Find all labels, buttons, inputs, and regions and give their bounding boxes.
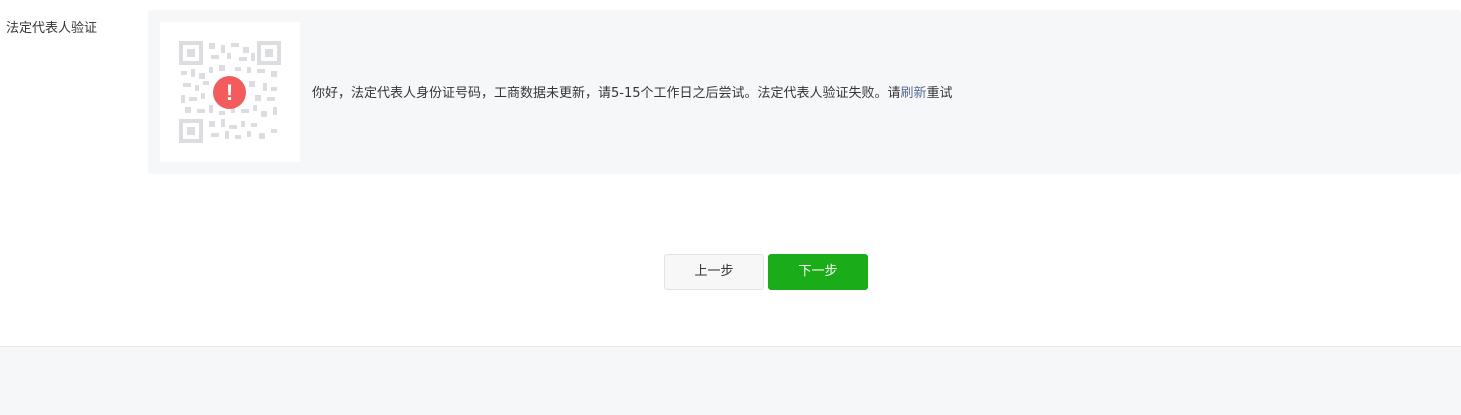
status-message-suffix: 重试 [926, 86, 953, 101]
status-message-text: 你好，法定代表人身份证号码，工商数据未更新，请5-15个工作日之后尝试。法定代表… [312, 86, 901, 101]
page: 法定代表人验证 ! 你好，法定代表人身份证号码，工商数据未更新，请5-15个工作… [0, 0, 1461, 415]
verification-panel: ! 你好，法定代表人身份证号码，工商数据未更新，请5-15个工作日之后尝试。法定… [148, 10, 1461, 174]
refresh-link[interactable]: 刷新 [901, 86, 927, 101]
prev-step-button[interactable]: 上一步 [664, 254, 764, 290]
warning-icon: ! [213, 76, 246, 109]
page-footer [0, 346, 1461, 415]
verification-status-message: 你好，法定代表人身份证号码，工商数据未更新，请5-15个工作日之后尝试。法定代表… [312, 85, 953, 103]
field-label: 法定代表人验证 [6, 21, 98, 36]
qr-code-box: ! [160, 22, 300, 162]
next-step-button[interactable]: 下一步 [768, 254, 868, 290]
